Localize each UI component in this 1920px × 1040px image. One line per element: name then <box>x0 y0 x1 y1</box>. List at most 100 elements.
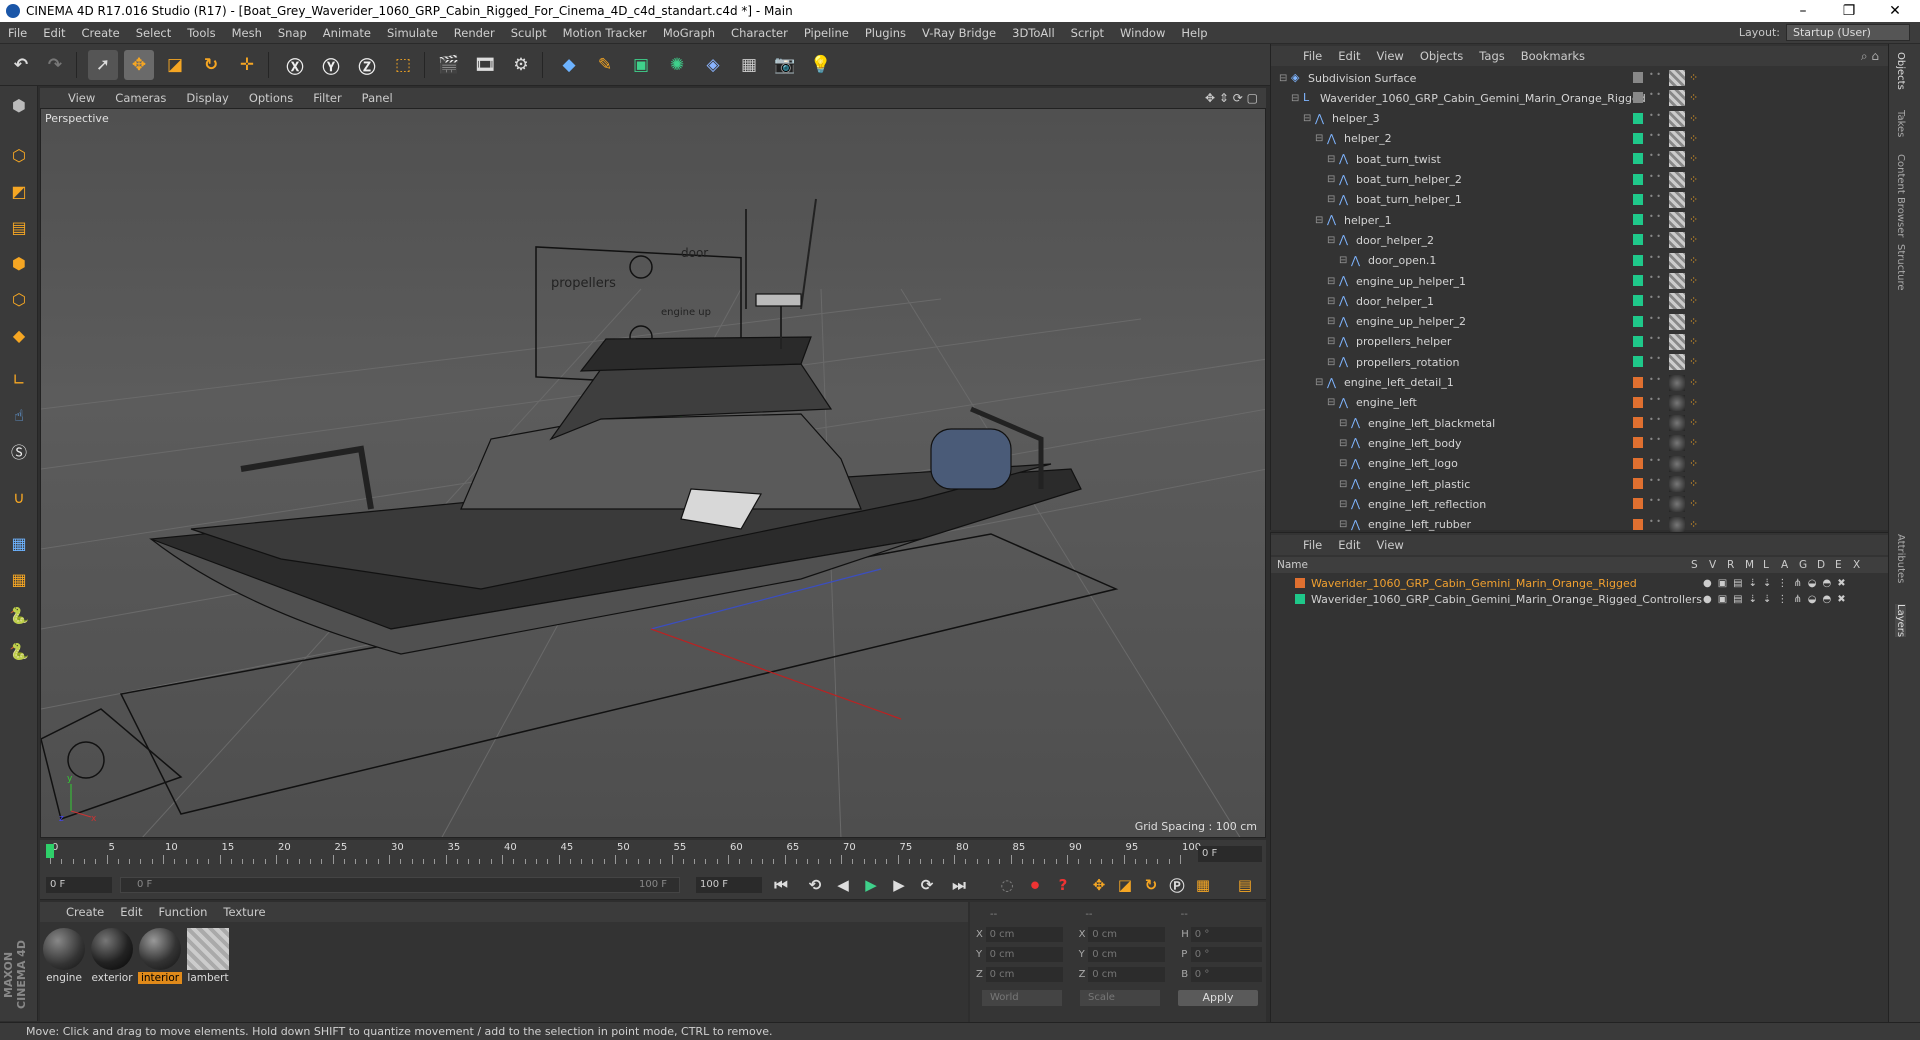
menu-window[interactable]: Window <box>1112 26 1173 40</box>
expression-tag-icon[interactable]: ⁘ <box>1689 112 1698 125</box>
rotation-h-field[interactable]: 0 ° <box>1190 926 1263 942</box>
visibility-dots-icon[interactable]: • • <box>1649 436 1661 444</box>
expression-tag-icon[interactable]: ⁘ <box>1689 315 1698 328</box>
expression-tag-icon[interactable]: ⁘ <box>1689 355 1698 368</box>
object-row[interactable]: ⊟ ⋀ engine_left_logo • • ⁘ <box>1271 454 1881 474</box>
expression-tag-icon[interactable]: ⁘ <box>1689 274 1698 287</box>
menu-script[interactable]: Script <box>1063 26 1112 40</box>
play-icon[interactable]: ▶ <box>856 870 886 900</box>
expand-toggle-icon[interactable]: ⊟ <box>1339 418 1351 429</box>
magnet-icon[interactable]: ∪ <box>4 482 34 512</box>
visibility-dots-icon[interactable]: • • <box>1649 477 1661 485</box>
expand-toggle-icon[interactable]: ⊟ <box>1339 479 1351 490</box>
edges-mode-icon[interactable]: ⬡ <box>4 284 34 314</box>
visibility-dots-icon[interactable]: • • <box>1649 294 1661 302</box>
mat-menu-function[interactable]: Function <box>151 905 216 919</box>
visibility-dots-icon[interactable]: • • <box>1649 355 1661 363</box>
transform-tool-icon[interactable]: ✛ <box>232 50 262 80</box>
expand-toggle-icon[interactable]: ⊟ <box>1339 438 1351 449</box>
menu-sculpt[interactable]: Sculpt <box>503 26 555 40</box>
tag-icon[interactable] <box>1669 130 1685 147</box>
expression-tag-icon[interactable]: ⁘ <box>1689 294 1698 307</box>
rotate-tool-icon[interactable]: ↻ <box>196 50 226 80</box>
size-x-field[interactable]: 0 cm <box>1088 926 1166 942</box>
material-lambert[interactable]: lambert <box>186 928 230 986</box>
visibility-dots-icon[interactable]: • • <box>1649 416 1661 424</box>
tag-icon[interactable] <box>1669 232 1685 249</box>
layer-color-swatch[interactable] <box>1633 315 1643 327</box>
menu-character[interactable]: Character <box>723 26 796 40</box>
layer-flag-icons[interactable]: ●▣▤⇣⇣⋮⋔◒◓✖ <box>1703 578 1852 589</box>
prev-key-icon[interactable]: ⟲ <box>800 870 830 900</box>
tag-icon[interactable] <box>1669 496 1685 513</box>
expand-toggle-icon[interactable]: ⊟ <box>1303 113 1315 124</box>
object-row[interactable]: ⊟ ⋀ engine_left • • ⁘ <box>1271 393 1881 413</box>
object-row[interactable]: ⊟ ⋀ engine_left_body • • ⁘ <box>1271 433 1881 453</box>
render-picture-viewer-icon[interactable]: 🎞 <box>470 50 500 80</box>
object-row[interactable]: ⊟ ⋀ door_open.1 • • ⁘ <box>1271 251 1881 271</box>
visibility-dots-icon[interactable]: • • <box>1649 111 1661 119</box>
visibility-dots-icon[interactable]: • • <box>1649 497 1661 505</box>
layer-color-swatch[interactable] <box>1633 193 1643 205</box>
tag-icon[interactable] <box>1669 110 1685 127</box>
menu-vray-bridge[interactable]: V-Ray Bridge <box>914 26 1004 40</box>
vp-menu-display[interactable]: Display <box>176 91 238 105</box>
layer-row[interactable]: Waverider_1060_GRP_Cabin_Gemini_Marin_Or… <box>1271 591 1889 607</box>
axis-mode-icon[interactable]: ∟ <box>4 364 34 394</box>
expression-tag-icon[interactable]: ⁘ <box>1689 335 1698 348</box>
layer-color-swatch[interactable] <box>1633 112 1643 124</box>
expand-toggle-icon[interactable]: ⊟ <box>1327 316 1339 327</box>
obj-menu-view[interactable]: View <box>1369 49 1412 63</box>
start-frame-field[interactable]: 0 F <box>46 877 112 893</box>
layer-menu-file[interactable]: File <box>1295 538 1330 552</box>
lock-workplane-icon[interactable]: ▦ <box>4 528 34 558</box>
visibility-dots-icon[interactable]: • • <box>1649 334 1661 342</box>
model-mode-icon[interactable]: ⬢ <box>4 90 34 120</box>
visibility-dots-icon[interactable]: • • <box>1649 172 1661 180</box>
layer-color-swatch[interactable] <box>1633 376 1643 388</box>
menu-select[interactable]: Select <box>128 26 179 40</box>
layer-color-swatch[interactable] <box>1633 153 1643 165</box>
record-icon[interactable]: ⏺ <box>1020 870 1050 900</box>
deformer-icon[interactable]: ◈ <box>698 50 728 80</box>
mat-menu-create[interactable]: Create <box>58 905 112 919</box>
position-x-field[interactable]: 0 cm <box>985 926 1063 942</box>
tag-icon[interactable] <box>1669 516 1685 533</box>
tab-layers[interactable]: Layers <box>1895 604 1906 638</box>
layer-color-swatch[interactable] <box>1633 173 1643 185</box>
visibility-dots-icon[interactable]: • • <box>1649 375 1661 383</box>
visibility-dots-icon[interactable]: • • <box>1649 253 1661 261</box>
viewport-nav-icons[interactable]: ✥ ⇕ ⟳ ▢ <box>1205 91 1258 105</box>
expand-toggle-icon[interactable]: ⊟ <box>1327 276 1339 287</box>
visibility-dots-icon[interactable]: • • <box>1649 152 1661 160</box>
floor-icon[interactable]: ▦ <box>734 50 764 80</box>
tag-icon[interactable] <box>1669 435 1685 452</box>
tab-takes[interactable]: Takes <box>1895 110 1906 137</box>
tab-attributes[interactable]: Attributes <box>1895 534 1906 583</box>
points-mode-icon[interactable]: ⬢ <box>4 248 34 278</box>
layer-color-swatch[interactable] <box>1633 518 1643 530</box>
material-engine[interactable]: engine <box>42 928 86 986</box>
layer-color-swatch[interactable] <box>1633 417 1643 429</box>
layer-menu-edit[interactable]: Edit <box>1330 538 1368 552</box>
subdivision-icon[interactable]: ▣ <box>626 50 656 80</box>
object-row[interactable]: ⊟ ⋀ helper_2 • • ⁘ <box>1271 129 1881 149</box>
visibility-dots-icon[interactable]: • • <box>1649 233 1661 241</box>
position-y-field[interactable]: 0 cm <box>985 946 1063 962</box>
expand-toggle-icon[interactable]: ⊟ <box>1327 235 1339 246</box>
close-button[interactable]: ✕ <box>1872 0 1918 22</box>
layer-color-swatch[interactable] <box>1633 437 1643 449</box>
obj-menu-file[interactable]: File <box>1295 49 1330 63</box>
timeline-ruler[interactable]: 0 5 10 15 20 25 30 35 40 45 50 55 60 65 70 75 80 85 90 95 10… <box>40 840 1266 870</box>
auto-key-icon[interactable]: ? <box>1048 870 1078 900</box>
menu-3dtoall[interactable]: 3DToAll <box>1004 26 1063 40</box>
tag-icon[interactable] <box>1669 191 1685 208</box>
expand-toggle-icon[interactable]: ⊟ <box>1315 377 1327 388</box>
layer-color-swatch[interactable] <box>1633 498 1643 510</box>
tab-objects[interactable]: Objects <box>1895 52 1906 90</box>
layer-color-swatch[interactable] <box>1633 72 1643 83</box>
tag-icon[interactable] <box>1669 415 1685 432</box>
layer-color-swatch[interactable] <box>1633 295 1643 307</box>
expand-toggle-icon[interactable]: ⊟ <box>1339 499 1351 510</box>
expression-tag-icon[interactable]: ⁘ <box>1689 477 1698 490</box>
